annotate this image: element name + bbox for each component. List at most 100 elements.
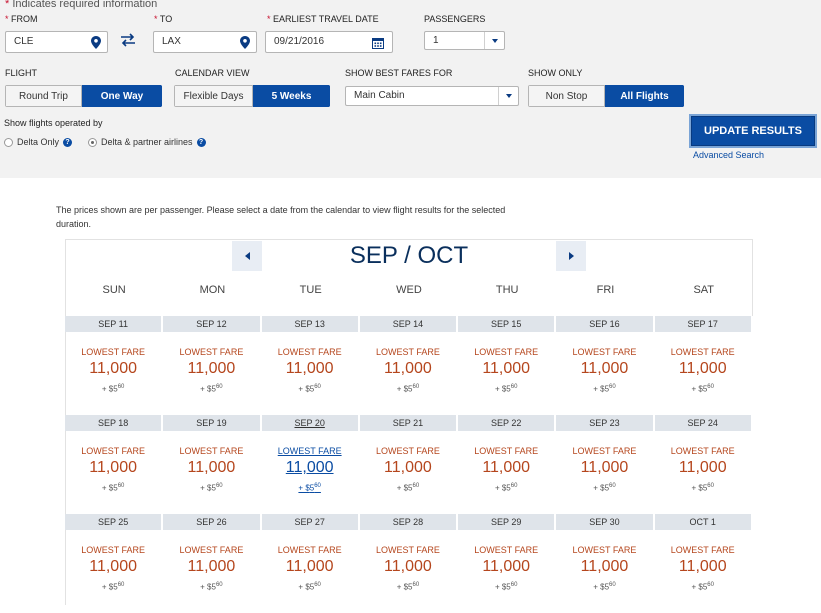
calendar-day-cell[interactable]: SEP 30 LOWEST FARE 11,000 + $560 — [556, 514, 655, 613]
fare-tax: + $560 — [65, 382, 161, 395]
day-fare[interactable]: LOWEST FARE 11,000 + $560 — [360, 347, 456, 395]
show-only-toggle: Non Stop All Flights — [528, 85, 684, 107]
fare-label: LOWEST FARE — [376, 347, 440, 357]
calendar-day-cell[interactable]: SEP 11 LOWEST FARE 11,000 + $560 — [65, 316, 164, 415]
calendar-day-cell[interactable]: SEP 29 LOWEST FARE 11,000 + $560 — [458, 514, 557, 613]
day-fare[interactable]: LOWEST FARE 11,000 + $560 — [655, 347, 751, 395]
tax-cents: 60 — [215, 483, 223, 489]
date-input[interactable]: 09/21/2016 — [265, 31, 393, 53]
advanced-search-link[interactable]: Advanced Search — [693, 150, 764, 160]
non-stop-button[interactable]: Non Stop — [528, 85, 605, 107]
calendar-day-cell[interactable]: SEP 12 LOWEST FARE 11,000 + $560 — [163, 316, 262, 415]
day-fare[interactable]: LOWEST FARE 11,000 + $560 — [65, 347, 161, 395]
all-flights-button[interactable]: All Flights — [605, 85, 684, 107]
help-icon[interactable]: ? — [63, 137, 73, 147]
day-fare[interactable]: LOWEST FARE 11,000 + $560 — [458, 347, 554, 395]
tax-cents: 60 — [609, 384, 616, 390]
swap-icon[interactable] — [120, 33, 136, 47]
tax-cents: 60 — [314, 582, 321, 588]
day-fare[interactable]: LOWEST FARE 11,000 + $560 — [556, 545, 652, 593]
day-fare[interactable]: LOWEST FARE 11,000 + $560 — [163, 446, 259, 494]
calendar-day-cell[interactable]: OCT 1 LOWEST FARE 11,000 + $560 — [654, 514, 753, 613]
tax-prefix: + $ — [691, 582, 703, 592]
day-fare[interactable]: LOWEST FARE 11,000 + $560 — [360, 446, 456, 494]
day-fare[interactable]: LOWEST FARE 11,000 + $560 — [163, 545, 259, 593]
to-label: * TO — [154, 14, 173, 24]
calendar-day-cell[interactable]: SEP 23 LOWEST FARE 11,000 + $560 — [556, 415, 655, 514]
tax-prefix: + $ — [298, 384, 310, 394]
day-fare[interactable]: LOWEST FARE 11,000 + $560 — [360, 545, 456, 593]
from-value: CLE — [14, 36, 34, 47]
weekday-header: SUN MON TUE WED THU FRI SAT — [65, 284, 753, 296]
to-input[interactable]: LAX — [153, 31, 257, 53]
fare-label: LOWEST FARE — [474, 545, 539, 555]
calendar-day-cell[interactable]: SEP 27 LOWEST FARE 11,000 + $560 — [261, 514, 360, 613]
day-fare[interactable]: LOWEST FARE 11,000 + $560 — [65, 446, 161, 494]
fare-tax: + $560 — [262, 481, 358, 494]
day-date: SEP 17 — [654, 316, 751, 332]
radio-button-checked[interactable] — [88, 137, 97, 147]
day-fare[interactable]: LOWEST FARE 11,000 + $560 — [655, 545, 751, 593]
day-fare[interactable]: LOWEST FARE 11,000 + $560 — [556, 347, 652, 395]
previous-month-button[interactable] — [232, 241, 262, 271]
passengers-select[interactable]: 1 — [424, 31, 505, 50]
fare-miles: 11,000 — [89, 459, 137, 476]
calendar-day-cell[interactable]: SEP 19 LOWEST FARE 11,000 + $560 — [163, 415, 262, 514]
from-input[interactable]: CLE — [5, 31, 108, 53]
day-fare[interactable]: LOWEST FARE 11,000 + $560 — [65, 545, 161, 593]
fare-tax: + $560 — [360, 580, 456, 593]
fare-miles: 11,000 — [89, 558, 137, 575]
fare-miles: 11,000 — [482, 360, 531, 377]
round-trip-button[interactable]: Round Trip — [5, 85, 82, 107]
flexible-days-button[interactable]: Flexible Days — [174, 85, 253, 107]
calendar-day-cell[interactable]: SEP 14 LOWEST FARE 11,000 + $560 — [359, 316, 459, 415]
calendar-day-cell[interactable]: SEP 21 LOWEST FARE 11,000 + $560 — [359, 415, 459, 514]
best-fares-select[interactable]: Main Cabin — [345, 86, 519, 106]
calendar-icon[interactable] — [372, 37, 384, 49]
calendar-day-cell[interactable]: SEP 22 LOWEST FARE 11,000 + $560 — [458, 415, 557, 514]
calendar-day-cell[interactable]: SEP 16 LOWEST FARE 11,000 + $560 — [556, 316, 655, 415]
show-only-label: SHOW ONLY — [528, 68, 583, 78]
month-title: SEP / OCT — [262, 241, 556, 271]
fare-tax: + $560 — [360, 382, 456, 395]
partner-airlines-radio[interactable]: Delta & partner airlines ? — [88, 137, 206, 147]
calendar-day-cell[interactable]: SEP 15 LOWEST FARE 11,000 + $560 — [458, 316, 557, 415]
update-results-button[interactable]: UPDATE RESULTS — [691, 116, 815, 146]
help-icon[interactable]: ? — [196, 137, 206, 147]
day-fare[interactable]: LOWEST FARE 11,000 + $560 — [655, 446, 751, 494]
day-fare[interactable]: LOWEST FARE 11,000 + $560 — [262, 446, 358, 494]
tax-prefix: + $ — [396, 384, 409, 394]
day-fare[interactable]: LOWEST FARE 11,000 + $560 — [458, 545, 554, 593]
fare-miles: 11,000 — [482, 459, 531, 476]
five-weeks-button[interactable]: 5 Weeks — [253, 85, 330, 107]
calendar-day-cell[interactable]: SEP 20 LOWEST FARE 11,000 + $560 — [261, 415, 360, 514]
weekday-thu: THU — [495, 284, 519, 296]
tax-cents: 60 — [117, 582, 125, 588]
day-date: SEP 24 — [654, 415, 751, 431]
calendar-day-cell[interactable]: SEP 25 LOWEST FARE 11,000 + $560 — [65, 514, 164, 613]
calendar-day-cell[interactable]: SEP 13 LOWEST FARE 11,000 + $560 — [261, 316, 360, 415]
calendar-day-cell[interactable]: SEP 26 LOWEST FARE 11,000 + $560 — [163, 514, 262, 613]
best-fares-value: Main Cabin — [354, 90, 405, 101]
day-fare[interactable]: LOWEST FARE 11,000 + $560 — [458, 446, 554, 494]
day-fare[interactable]: LOWEST FARE 11,000 + $560 — [262, 347, 358, 395]
fare-label: LOWEST FARE — [572, 347, 637, 357]
calendar-day-cell[interactable]: SEP 18 LOWEST FARE 11,000 + $560 — [65, 415, 164, 514]
tax-prefix: + $ — [101, 582, 114, 592]
calendar-day-cell[interactable]: SEP 28 LOWEST FARE 11,000 + $560 — [359, 514, 459, 613]
delta-only-radio[interactable]: Delta Only ? — [4, 137, 73, 147]
tax-cents: 60 — [215, 384, 223, 390]
chevron-down-icon — [484, 32, 504, 49]
calendar-day-cell[interactable]: SEP 24 LOWEST FARE 11,000 + $560 — [654, 415, 753, 514]
day-fare[interactable]: LOWEST FARE 11,000 + $560 — [556, 446, 652, 494]
tax-prefix: + $ — [593, 582, 605, 592]
calendar-day-cell[interactable]: SEP 17 LOWEST FARE 11,000 + $560 — [654, 316, 753, 415]
day-fare[interactable]: LOWEST FARE 11,000 + $560 — [163, 347, 259, 395]
weekday-mon: MON — [199, 284, 226, 296]
radio-button[interactable] — [4, 137, 13, 147]
fare-tax: + $560 — [262, 382, 358, 395]
next-month-button[interactable] — [556, 241, 586, 271]
day-fare[interactable]: LOWEST FARE 11,000 + $560 — [262, 545, 358, 593]
one-way-button[interactable]: One Way — [82, 85, 162, 107]
fare-label: LOWEST FARE — [179, 545, 244, 555]
